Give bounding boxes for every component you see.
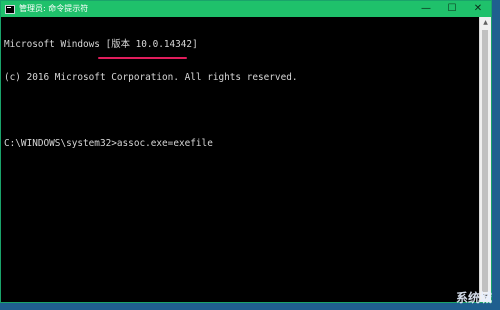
window-title: 管理员: 命令提示符 (19, 4, 89, 13)
watermark-logo: 系统城 (455, 291, 492, 305)
console-line: Microsoft Windows [版本 10.0.14342] (4, 39, 198, 50)
command-prompt-window: 管理员: 命令提示符 — ☐ ✕ Microsoft Windows [版本 1… (0, 0, 492, 303)
console-line: (c) 2016 Microsoft Corporation. All righ… (4, 72, 298, 83)
close-button[interactable]: ✕ (465, 1, 491, 17)
command-highlight-underline (98, 57, 187, 59)
vertical-scrollbar[interactable]: ▲ ▼ (479, 17, 491, 302)
window-controls: — ☐ ✕ (413, 1, 491, 17)
title-bar[interactable]: 管理员: 命令提示符 — ☐ ✕ (1, 1, 491, 17)
console-command-line: C:\WINDOWS\system32>assoc.exe=exefile (4, 138, 213, 149)
cmd-app-icon (5, 4, 15, 14)
maximize-button[interactable]: ☐ (439, 1, 465, 17)
scroll-thumb[interactable] (482, 30, 488, 292)
console-output[interactable]: Microsoft Windows [版本 10.0.14342] (c) 20… (4, 17, 479, 302)
scroll-up-icon[interactable]: ▲ (480, 17, 491, 28)
minimize-button[interactable]: — (413, 1, 439, 17)
